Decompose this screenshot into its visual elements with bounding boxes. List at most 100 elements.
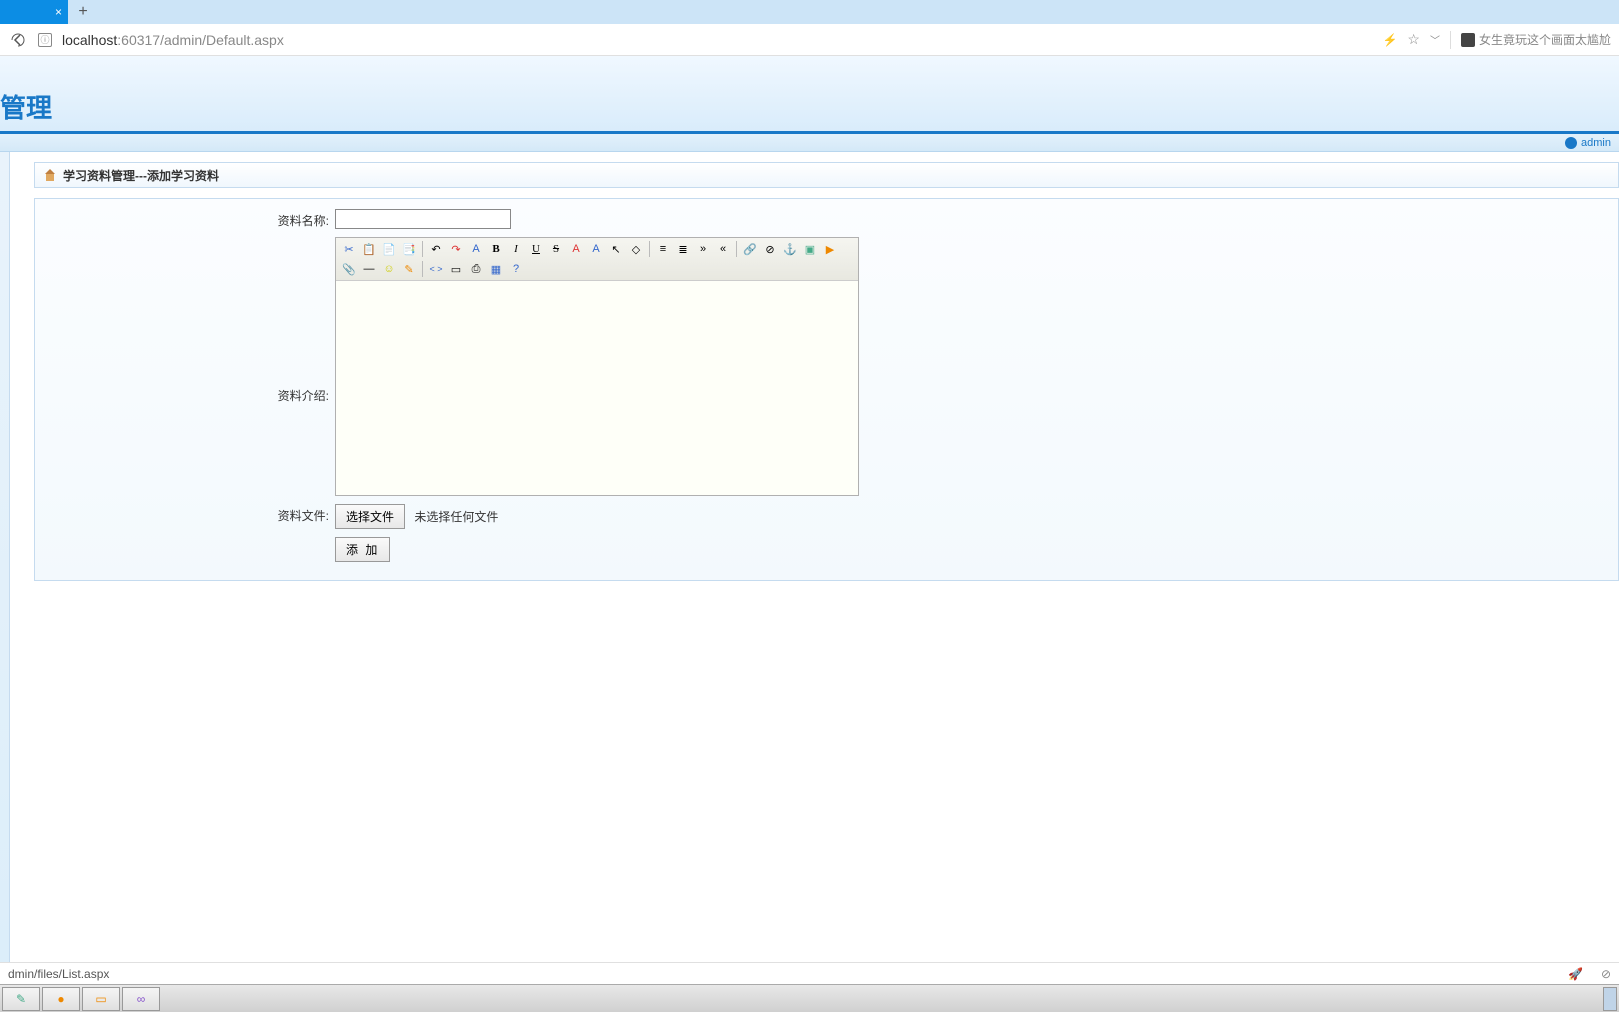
- label-intro: 资料介绍:: [45, 237, 335, 404]
- vs-icon: ∞: [137, 992, 146, 1006]
- notepad-icon: ▭: [95, 992, 106, 1006]
- url-port: :60317: [117, 32, 160, 48]
- new-tab-button[interactable]: +: [68, 0, 98, 24]
- browser-status-bar: dmin/files/List.aspx 🚀 ⊘: [0, 962, 1619, 984]
- copy-icon[interactable]: 📋: [360, 240, 378, 258]
- home-icon: [43, 169, 57, 181]
- add-button[interactable]: 添 加: [335, 537, 390, 562]
- file-picker-wrap: 选择文件 未选择任何文件: [335, 504, 498, 529]
- back-arrow-icon: [10, 32, 26, 48]
- row-name: 资料名称:: [45, 209, 1608, 229]
- strike-icon[interactable]: S: [547, 240, 565, 258]
- flash-insert-icon[interactable]: ▶: [821, 240, 839, 258]
- chevron-down-icon[interactable]: ﹀: [1430, 32, 1440, 47]
- status-right: 🚀 ⊘: [1568, 967, 1611, 981]
- site-info-icon[interactable]: ⓘ: [38, 33, 52, 47]
- cut-icon[interactable]: ✂: [340, 240, 358, 258]
- separator: [422, 241, 423, 257]
- taskbar-show-desktop[interactable]: [1603, 987, 1617, 1011]
- close-tab-icon[interactable]: ×: [55, 5, 62, 19]
- row-submit: 添 加: [45, 537, 1608, 562]
- divider: [1450, 31, 1451, 49]
- file-status-text: 未选择任何文件: [414, 510, 498, 524]
- breadcrumb: 学习资料管理---添加学习资料: [34, 162, 1619, 188]
- form-container: 资料名称: 资料介绍: ✂ 📋 📄 📑 ↶ ↷ A B: [34, 198, 1619, 581]
- date-icon[interactable]: ▦: [487, 260, 505, 278]
- attach-icon[interactable]: 📎: [340, 260, 358, 278]
- editor-content[interactable]: [336, 281, 858, 495]
- address-bar: ⓘ localhost:60317/admin/Default.aspx ⚡ ☆…: [0, 24, 1619, 56]
- separator: [649, 241, 650, 257]
- favorite-icon[interactable]: ☆: [1407, 31, 1420, 48]
- separator: [422, 261, 423, 277]
- taskbar-browser[interactable]: ●: [42, 987, 80, 1011]
- breadcrumb-text: 学习资料管理---添加学习资料: [63, 167, 219, 184]
- link-icon[interactable]: 🔗: [741, 240, 759, 258]
- rich-text-editor: ✂ 📋 📄 📑 ↶ ↷ A B I U S A A ↖: [335, 237, 859, 496]
- underline-icon[interactable]: U: [527, 240, 545, 258]
- bookmark-text: 女生竟玩这个画面太尴尬: [1479, 31, 1611, 48]
- font-color-icon[interactable]: A: [567, 240, 585, 258]
- unlink-icon[interactable]: ⊘: [761, 240, 779, 258]
- undo-icon[interactable]: ↶: [427, 240, 445, 258]
- row-intro: 资料介绍: ✂ 📋 📄 📑 ↶ ↷ A B I U S: [45, 237, 1608, 496]
- page-header: 管理: [0, 56, 1619, 134]
- url-host: localhost: [62, 32, 117, 48]
- separator: [736, 241, 737, 257]
- username-label[interactable]: admin: [1581, 137, 1611, 149]
- redo-icon[interactable]: ↷: [447, 240, 465, 258]
- cursor-icon[interactable]: ↖: [607, 240, 625, 258]
- html-source-icon[interactable]: < >: [427, 260, 445, 278]
- emoji-icon[interactable]: ☺: [380, 260, 398, 278]
- browser-tab-bar: × +: [0, 0, 1619, 24]
- active-tab[interactable]: ×: [0, 0, 68, 24]
- eraser-icon[interactable]: ◇: [627, 240, 645, 258]
- print-icon[interactable]: ⎙: [467, 260, 485, 278]
- page-title: 管理: [0, 88, 52, 125]
- label-name: 资料名称:: [45, 209, 335, 229]
- list-icon[interactable]: ≣: [674, 240, 692, 258]
- taskbar-notepad[interactable]: ▭: [82, 987, 120, 1011]
- back-button[interactable]: [8, 30, 28, 50]
- rocket-icon[interactable]: 🚀: [1568, 967, 1583, 981]
- url-path: /admin/Default.aspx: [160, 32, 284, 48]
- taskbar-visualstudio[interactable]: ∞: [122, 987, 160, 1011]
- editor-toolbar: ✂ 📋 📄 📑 ↶ ↷ A B I U S A A ↖: [336, 238, 858, 281]
- browser-icon: ●: [57, 992, 64, 1006]
- bg-color-icon[interactable]: A: [587, 240, 605, 258]
- paint-icon: ✎: [16, 992, 26, 1006]
- status-text: dmin/files/List.aspx: [8, 967, 109, 981]
- address-bar-actions: ⚡ ☆ ﹀ 女生竟玩这个画面太尴尬: [1382, 31, 1611, 49]
- paste-icon[interactable]: 📄: [380, 240, 398, 258]
- url-display[interactable]: localhost:60317/admin/Default.aspx: [62, 32, 284, 48]
- main-panel: 学习资料管理---添加学习资料 资料名称: 资料介绍: ✂ 📋 📄 📑 ↶: [10, 152, 1619, 962]
- taskbar-paint[interactable]: ✎: [2, 987, 40, 1011]
- font-icon[interactable]: A: [467, 240, 485, 258]
- bug-icon[interactable]: ⊘: [1601, 967, 1611, 981]
- row-file: 资料文件: 选择文件 未选择任何文件: [45, 504, 1608, 529]
- page-icon[interactable]: ▭: [447, 260, 465, 278]
- bold-icon[interactable]: B: [487, 240, 505, 258]
- flash-icon[interactable]: ⚡: [1382, 33, 1397, 47]
- help-icon[interactable]: ?: [507, 260, 525, 278]
- paste-word-icon[interactable]: 📑: [400, 240, 418, 258]
- taskbar: ✎ ● ▭ ∞: [0, 984, 1619, 1012]
- outdent-icon[interactable]: «: [714, 240, 732, 258]
- bookmark-favicon: [1461, 33, 1475, 47]
- user-bar: admin: [0, 134, 1619, 152]
- sidebar: [0, 152, 10, 962]
- anchor-icon[interactable]: ⚓: [781, 240, 799, 258]
- content-area: 学习资料管理---添加学习资料 资料名称: 资料介绍: ✂ 📋 📄 📑 ↶: [0, 152, 1619, 962]
- hr-icon[interactable]: —: [360, 260, 378, 278]
- input-name[interactable]: [335, 209, 511, 229]
- bookmark-item[interactable]: 女生竟玩这个画面太尴尬: [1461, 31, 1611, 48]
- user-icon: [1565, 137, 1577, 149]
- choose-file-button[interactable]: 选择文件: [335, 504, 405, 529]
- label-file: 资料文件:: [45, 504, 335, 524]
- image-icon[interactable]: ▣: [801, 240, 819, 258]
- italic-icon[interactable]: I: [507, 240, 525, 258]
- align-icon[interactable]: ≡: [654, 240, 672, 258]
- note-icon[interactable]: ✎: [400, 260, 418, 278]
- indent-icon[interactable]: »: [694, 240, 712, 258]
- label-empty: [45, 537, 335, 540]
